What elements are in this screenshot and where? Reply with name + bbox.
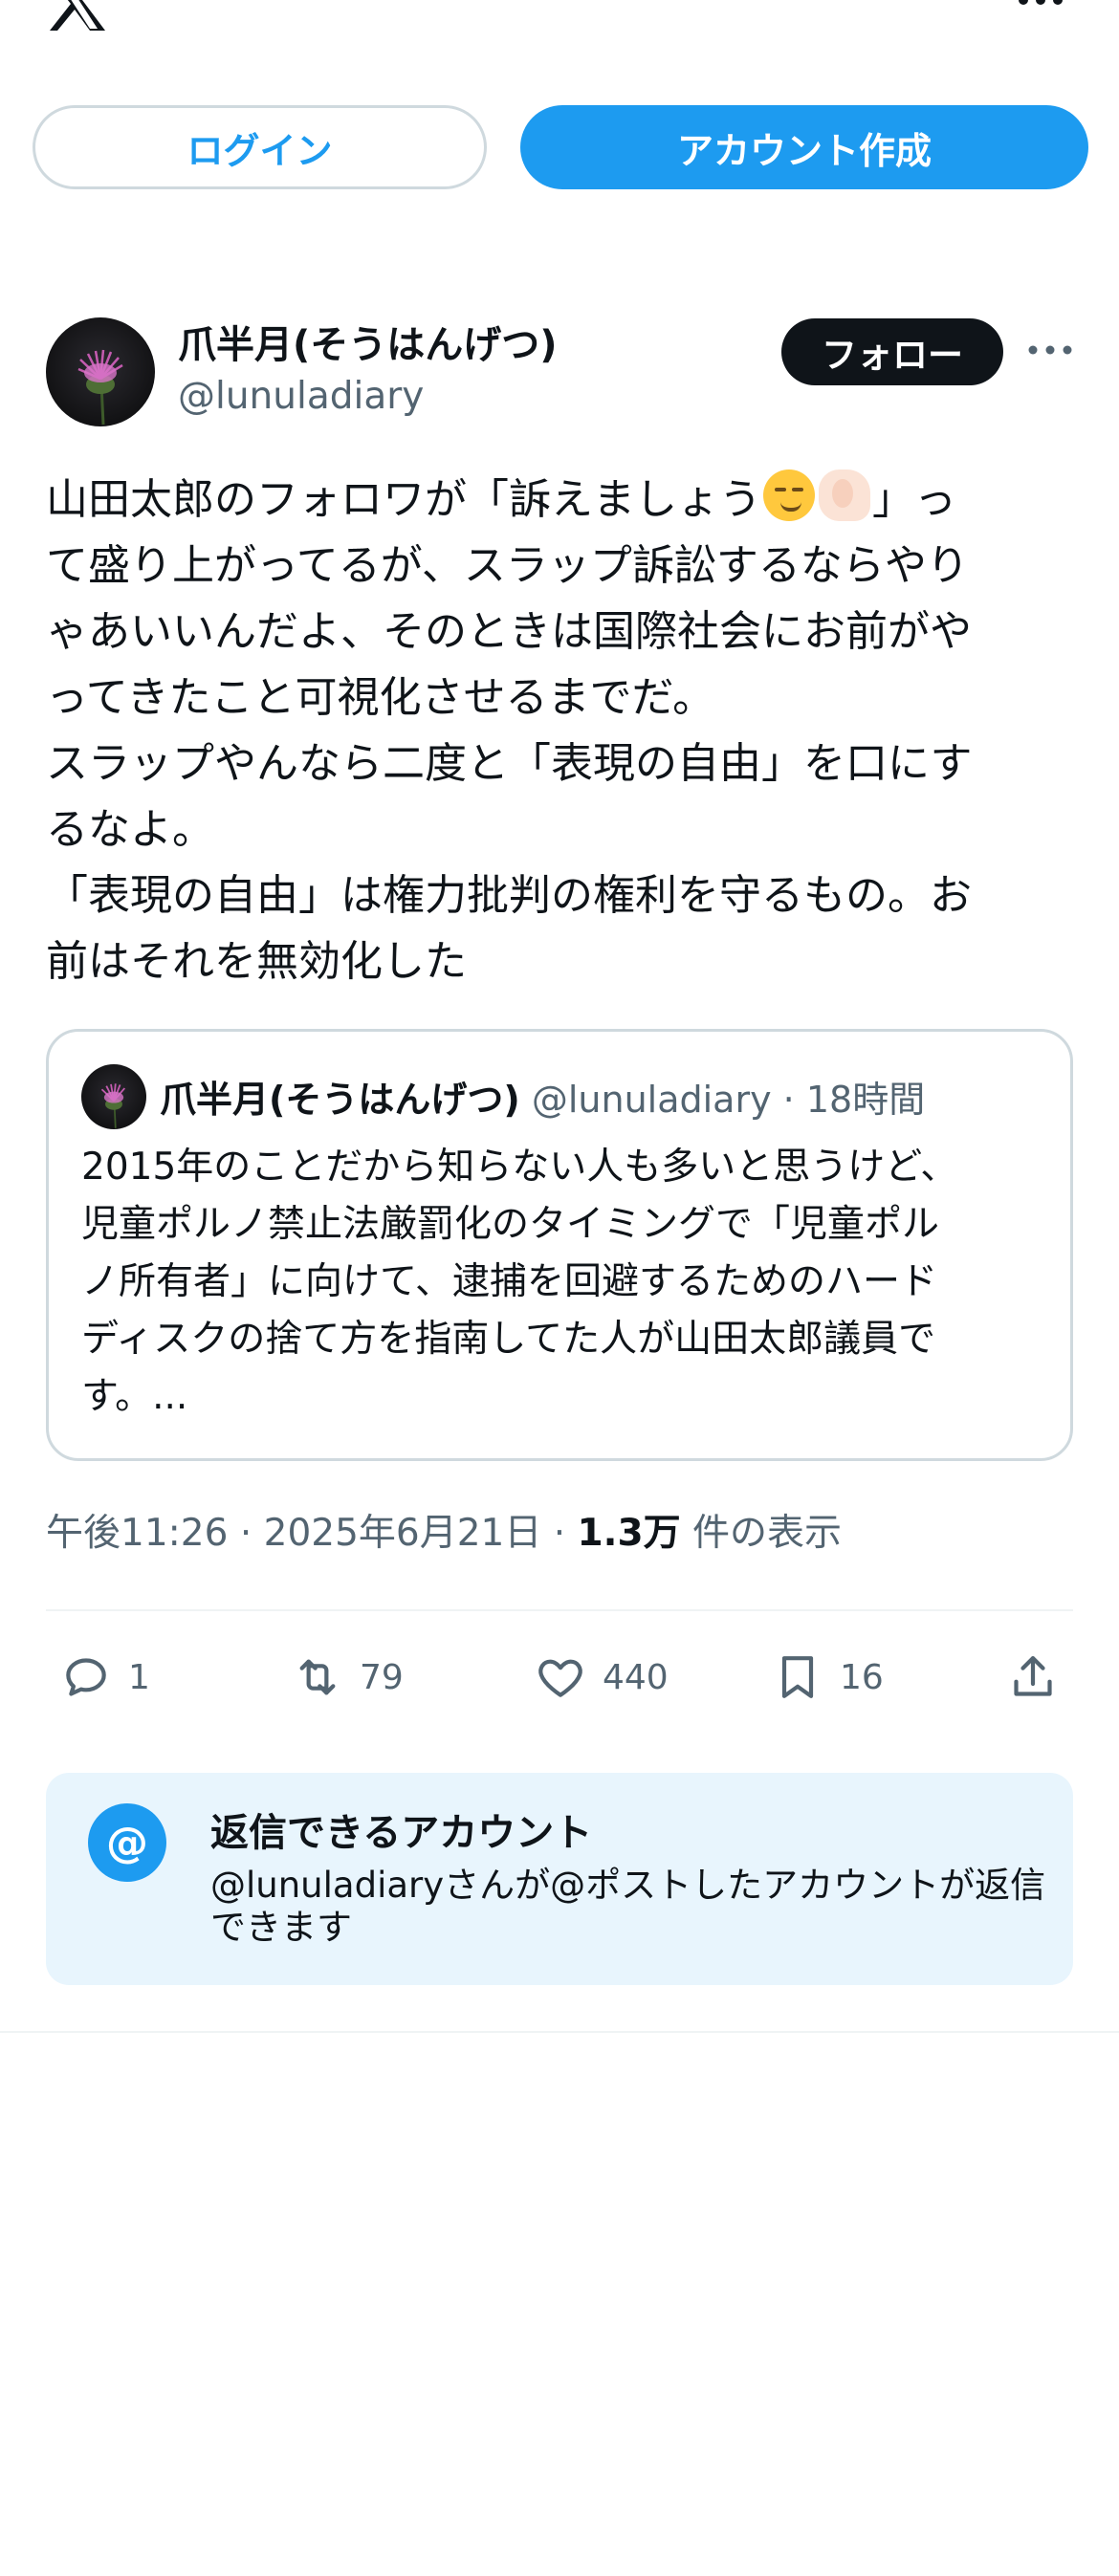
divider	[46, 1609, 1073, 1611]
retweet-count: 79	[360, 1657, 404, 1697]
quoted-display-name: 爪半月(そうはんげつ)	[160, 1079, 520, 1121]
retweet-icon	[299, 1659, 336, 1695]
like-count: 440	[603, 1657, 669, 1697]
post-text-line: 山田太郎のフォロワが「訴えましょう 」っ	[46, 467, 1079, 533]
at-sign-icon: @	[88, 1803, 166, 1882]
create-account-button[interactable]: アカウント作成	[520, 105, 1088, 189]
post-text: 山田太郎のフォロワが「訴えましょう 」っ て盛り上がってるが、スラップ訴訟するなら…	[46, 467, 1079, 994]
post-text-line: スラップやんなら二度と「表現の自由」を口にす	[46, 739, 973, 788]
reply-restriction-description: @lunuladiaryさんが@ポストしたアカウントが返信できます	[210, 1865, 1046, 1948]
x-logo-icon[interactable]	[46, 0, 109, 34]
views-count: 1.3万	[577, 1512, 681, 1555]
thistle-flower-icon	[100, 1083, 126, 1128]
heart-icon	[538, 1659, 582, 1697]
divider	[0, 2031, 1119, 2033]
quoted-text-line: ノ所有者」に向けて、逮捕を回避するためのハード	[81, 1260, 938, 1303]
separator-dot: ·	[239, 1512, 252, 1555]
more-horizontal-icon[interactable]	[1016, 0, 1065, 15]
quoted-avatar	[81, 1064, 146, 1129]
post-text-line: て盛り上がってるが、スラップ訴訟するならやり	[46, 541, 969, 590]
quoted-post-card[interactable]: 爪半月(そうはんげつ) @lunuladiary · 18時間 2015年のこと…	[46, 1029, 1073, 1461]
quoted-post-text: 2015年のことだから知らない人も多いと思うけど、 児童ポルノ禁止法厳罰化のタイ…	[81, 1139, 1047, 1426]
bookmark-icon	[781, 1656, 814, 1698]
follow-button[interactable]: フォロー	[781, 318, 1003, 385]
post-text-segment: 」っ	[872, 475, 956, 524]
reply-icon	[66, 1658, 106, 1696]
quoted-post-header: 爪半月(そうはんげつ) @lunuladiary · 18時間	[160, 1070, 925, 1123]
post-date[interactable]: 2025年6月21日	[264, 1512, 542, 1555]
retweet-button[interactable]: 79	[291, 1647, 404, 1708]
bookmark-count: 16	[840, 1657, 884, 1697]
quoted-text-line: す。...	[81, 1375, 188, 1418]
reply-count: 1	[128, 1657, 150, 1697]
separator-dot: ·	[782, 1079, 795, 1121]
reply-button[interactable]: 1	[59, 1647, 150, 1708]
bookmark-button[interactable]: 16	[771, 1647, 884, 1708]
post-text-line: ゃあいいんだよ、そのときは国際社会にお前がや	[46, 607, 972, 656]
post-meta: 午後11:26 · 2025年6月21日 · 1.3万 件の表示	[46, 1503, 842, 1557]
flexed-biceps-emoji	[819, 469, 870, 521]
post-text-line: 前はそれを無効化した	[46, 937, 467, 986]
reply-restriction-notice: @ 返信できるアカウント @lunuladiaryさんが@ポストしたアカウントが…	[46, 1773, 1073, 1985]
more-options-icon[interactable]	[1027, 340, 1073, 360]
post-text-line: 「表現の自由」は権力批判の権利を守るもの。お	[46, 871, 972, 920]
views-label: 件の表示	[692, 1512, 843, 1555]
post-text-line: るなよ。	[46, 805, 214, 854]
quoted-text-line: 児童ポルノ禁止法厳罰化のタイミングで「児童ポル	[81, 1203, 940, 1246]
display-name[interactable]: 爪半月(そうはんげつ)	[178, 314, 558, 369]
quoted-text-line: ディスクの捨て方を指南してた人が山田太郎議員で	[81, 1318, 936, 1361]
share-icon	[1014, 1656, 1052, 1696]
smirking-face-emoji	[763, 469, 815, 521]
separator-dot: ·	[553, 1512, 566, 1555]
thistle-flower-icon	[77, 349, 123, 426]
post-text-line: ってきたこと可視化させるまでだ。	[46, 673, 715, 722]
login-button[interactable]: ログイン	[33, 105, 487, 189]
avatar[interactable]	[46, 317, 155, 426]
user-handle[interactable]: @lunuladiary	[178, 375, 424, 418]
quoted-timestamp: 18時間	[805, 1079, 926, 1121]
quoted-text-line: 2015年のことだから知らない人も多いと思うけど、	[81, 1146, 958, 1189]
quoted-handle: @lunuladiary	[531, 1079, 772, 1121]
reply-restriction-title: 返信できるアカウント	[210, 1811, 593, 1855]
like-button[interactable]: 440	[534, 1647, 669, 1708]
post-time[interactable]: 午後11:26	[46, 1512, 228, 1555]
post-text-segment: 山田太郎のフォロワが「訴えましょう	[46, 475, 761, 524]
share-button[interactable]	[1006, 1647, 1060, 1708]
